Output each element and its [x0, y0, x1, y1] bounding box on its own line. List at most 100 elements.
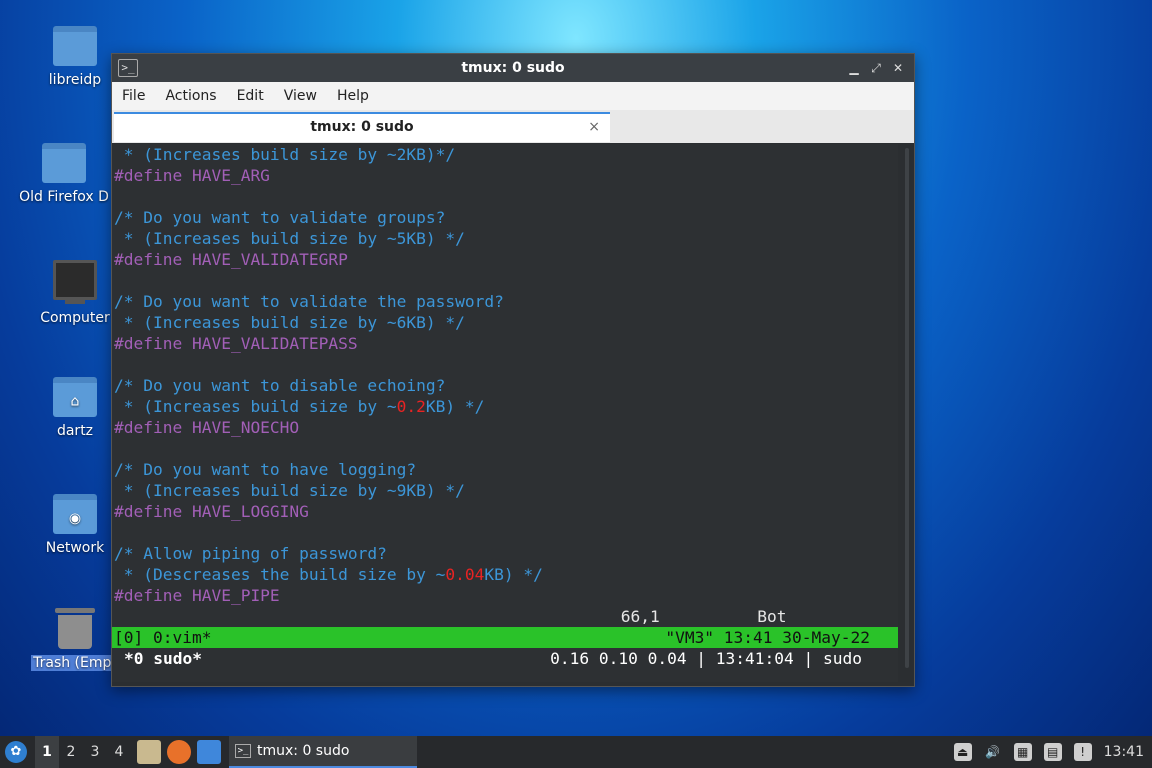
- terminal-icon[interactable]: >_: [118, 59, 138, 77]
- workspace-4[interactable]: 4: [107, 744, 131, 760]
- code-segment: /* Do you want to disable echoing?: [114, 376, 446, 395]
- desktop-icon-label: Network: [45, 540, 105, 556]
- code-segment: /* Do you want to have logging?: [114, 460, 417, 479]
- tmux-session-status: *0 sudo* 0.16 0.10 0.04 | 13:41:04 | sud…: [112, 648, 898, 669]
- tmux-status-bar: [0] 0:vim* "VM3" 13:41 30-May-22: [112, 627, 898, 648]
- code-segment: #define HAVE_VALIDATEGRP: [114, 250, 348, 269]
- tmux-status-right: "VM3" 13:41 30-May-22: [665, 628, 870, 647]
- code-line: * (Increases build size by ~0.2KB) */: [112, 396, 898, 417]
- workspace-3[interactable]: 3: [83, 744, 107, 760]
- close-icon[interactable]: ✕: [890, 60, 906, 76]
- firefox-icon[interactable]: [167, 740, 191, 764]
- window-title: tmux: 0 sudo: [461, 60, 565, 76]
- code-segment: #define HAVE_NOECHO: [114, 418, 300, 437]
- desktop-icon-old-firefox[interactable]: Old Firefox D: [14, 143, 114, 205]
- vim-ruler: 66,1 Bot: [114, 607, 787, 626]
- tmux-window-list: [0] 0:vim*: [114, 628, 212, 647]
- menu-actions[interactable]: Actions: [155, 88, 226, 104]
- code-segment: 0.04: [445, 565, 485, 584]
- code-line: /* Do you want to have logging?: [112, 459, 898, 480]
- menu-view[interactable]: View: [274, 88, 327, 104]
- code-line: * (Increases build size by ~6KB) */: [112, 312, 898, 333]
- code-line: #define HAVE_ARG: [112, 165, 898, 186]
- system-tray: ⏏ 🔊 ▦ ▤ ! 13:41: [953, 743, 1144, 761]
- code-segment: #define HAVE_LOGGING: [114, 502, 309, 521]
- eject-icon[interactable]: ⏏: [953, 743, 972, 761]
- clock: 13:41: [1103, 744, 1144, 760]
- desktop-icon-libreidp[interactable]: libreidp: [25, 26, 125, 88]
- desktop-icon-label: Trash (Empt: [31, 655, 119, 671]
- code-line: /* Do you want to validate the password?: [112, 291, 898, 312]
- notification-icon[interactable]: !: [1073, 743, 1092, 761]
- network-folder-icon: ◉: [53, 494, 97, 534]
- tab-label: tmux: 0 sudo: [310, 119, 414, 135]
- code-segment: * (Increases build size by ~5KB) */: [114, 229, 465, 248]
- window-titlebar[interactable]: >_ tmux: 0 sudo ▁ ⤢ ✕: [112, 54, 914, 82]
- code-segment: #define HAVE_PIPE: [114, 586, 280, 605]
- code-line: /* Do you want to disable echoing?: [112, 375, 898, 396]
- clipboard-icon[interactable]: ▤: [1043, 743, 1062, 761]
- code-segment: /* Do you want to validate groups?: [114, 208, 446, 227]
- code-line: * (Increases build size by ~2KB)*/: [112, 144, 898, 165]
- desktop-icon-dartz[interactable]: ⌂ dartz: [25, 377, 125, 439]
- code-segment: * (Increases build size by ~6KB) */: [114, 313, 465, 332]
- minimize-icon[interactable]: ▁: [846, 60, 862, 76]
- desktop-icon-label: dartz: [56, 423, 94, 439]
- code-line: /* Do you want to validate groups?: [112, 207, 898, 228]
- network-icon[interactable]: ▦: [1013, 743, 1032, 761]
- code-segment: * (Descreases the build size by ~: [114, 565, 446, 584]
- code-segment: 0.2: [396, 397, 426, 416]
- desktop-icon-label: Old Firefox D: [19, 189, 109, 205]
- code-line: #define HAVE_VALIDATEGRP: [112, 249, 898, 270]
- load-time-status: 0.16 0.10 0.04 | 13:41:04 | sudo: [550, 649, 862, 668]
- tab-tmux[interactable]: tmux: 0 sudo ×: [114, 112, 610, 142]
- code-segment: #define HAVE_ARG: [114, 166, 270, 185]
- menu-file[interactable]: File: [112, 88, 155, 104]
- folder-icon: [42, 143, 86, 183]
- code-line: * (Increases build size by ~5KB) */: [112, 228, 898, 249]
- task-label: tmux: 0 sudo: [257, 743, 350, 759]
- maximize-icon[interactable]: ⤢: [868, 60, 884, 76]
- code-line: * (Increases build size by ~9KB) */: [112, 480, 898, 501]
- code-line: #define HAVE_PIPE: [112, 585, 898, 606]
- folder-icon: [53, 26, 97, 66]
- menu-help[interactable]: Help: [327, 88, 379, 104]
- menu-edit[interactable]: Edit: [227, 88, 274, 104]
- workspace-1[interactable]: 1: [35, 736, 59, 768]
- code-line: /* Allow piping of password?: [112, 543, 898, 564]
- computer-icon: [53, 260, 97, 300]
- home-folder-icon: ⌂: [53, 377, 97, 417]
- code-line: #define HAVE_NOECHO: [112, 417, 898, 438]
- taskbar-task-tmux[interactable]: >_ tmux: 0 sudo: [229, 736, 417, 768]
- code-segment: * (Increases build size by ~9KB) */: [114, 481, 465, 500]
- code-line: * (Descreases the build size by ~0.04KB)…: [112, 564, 898, 585]
- trash-icon: [58, 615, 92, 649]
- workspace-2[interactable]: 2: [59, 744, 83, 760]
- vim-buffer: * (Increases build size by ~2KB)*/ #defin…: [112, 144, 898, 606]
- desktop-icon-label: Computer: [40, 310, 110, 326]
- code-segment: /* Allow piping of password?: [114, 544, 387, 563]
- code-segment: /* Do you want to validate the password?: [114, 292, 504, 311]
- code-line: #define HAVE_LOGGING: [112, 501, 898, 522]
- show-desktop-icon[interactable]: [197, 740, 221, 764]
- desktop-icon-label: libreidp: [48, 72, 102, 88]
- terminal-icon: >_: [235, 744, 251, 758]
- code-segment: * (Increases build size by ~2KB)*/: [114, 145, 456, 164]
- desktop-icon-trash[interactable]: Trash (Empt: [25, 608, 125, 671]
- file-manager-icon[interactable]: [137, 740, 161, 764]
- session-name: *0 sudo*: [124, 649, 202, 668]
- tab-close-icon[interactable]: ×: [588, 114, 600, 140]
- tab-bar: tmux: 0 sudo ×: [112, 110, 914, 143]
- terminal-output[interactable]: * (Increases build size by ~2KB)*/ #defin…: [112, 144, 898, 682]
- scrollbar[interactable]: [902, 148, 912, 676]
- start-menu-icon[interactable]: ✿: [5, 741, 27, 763]
- desktop-icon-computer[interactable]: Computer: [25, 260, 125, 326]
- volume-icon[interactable]: 🔊: [984, 743, 1002, 761]
- menubar: File Actions Edit View Help: [112, 82, 914, 110]
- code-line: #define HAVE_VALIDATEPASS: [112, 333, 898, 354]
- desktop-icon-network[interactable]: ◉ Network: [25, 494, 125, 556]
